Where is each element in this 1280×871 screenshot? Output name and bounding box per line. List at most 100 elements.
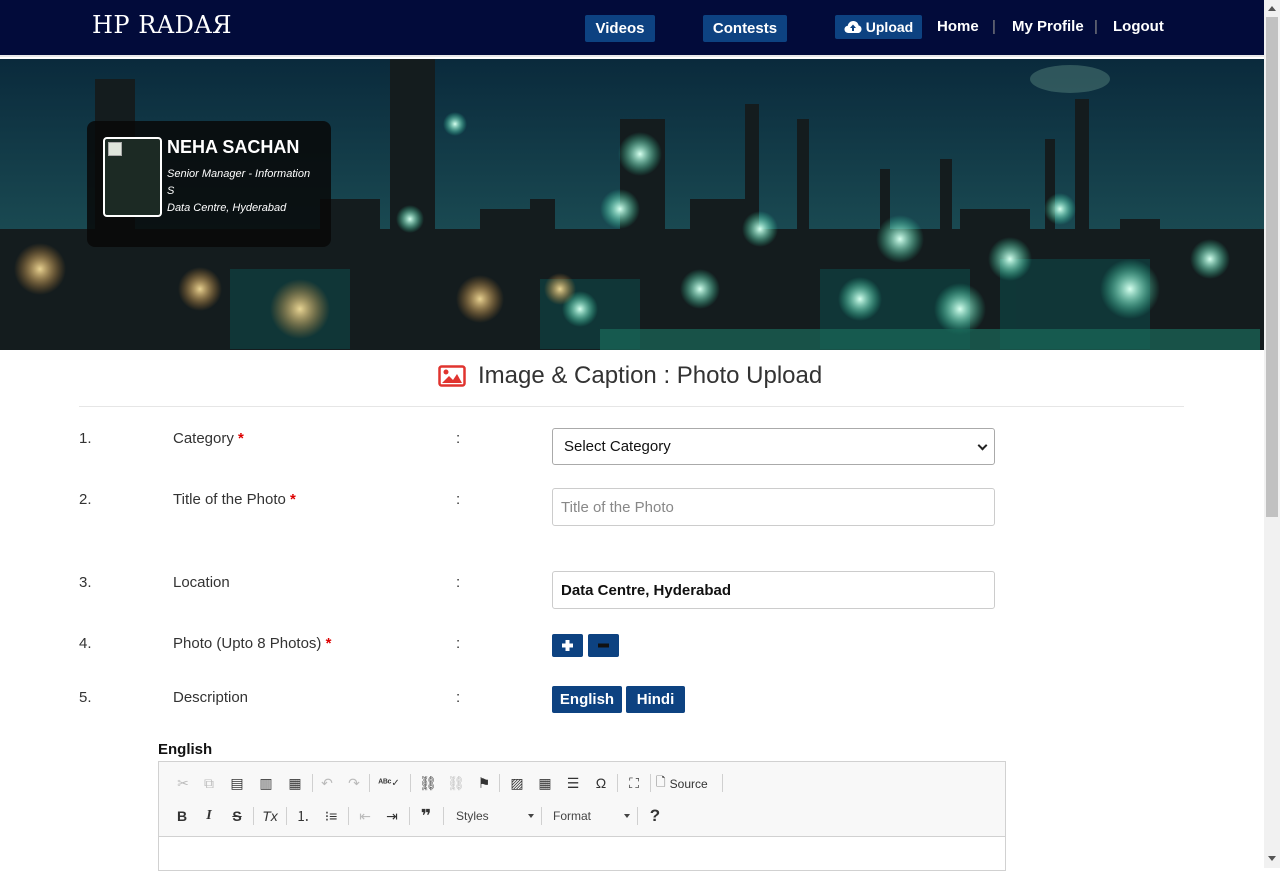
image-icon	[438, 365, 466, 387]
indent-icon[interactable]: ⇥	[382, 806, 402, 826]
format-dropdown[interactable]: Format	[553, 805, 630, 827]
source-button[interactable]: 🗋 Source	[656, 773, 708, 794]
help-icon[interactable]: ?	[645, 806, 665, 826]
toolbar-separator	[253, 807, 254, 825]
page-scrollbar[interactable]	[1264, 0, 1280, 868]
remove-format-icon[interactable]: Tx	[260, 806, 280, 826]
home-link[interactable]: Home	[937, 18, 979, 35]
required-marker: *	[290, 491, 296, 508]
toolbar-separator	[369, 774, 370, 792]
broken-image-icon	[108, 142, 122, 156]
editor-toolbar: ✂ ⧉ ▤ ▥ ▦ ↶ ↷ ᴬᴮᶜ✓ ⛓ ⛓ ⚑ ▨ ▦ ☰ Ω ⛶ 🗋 Sou…	[159, 762, 1005, 837]
source-label: Source	[669, 776, 708, 791]
rich-text-editor: ✂ ⧉ ▤ ▥ ▦ ↶ ↷ ᴬᴮᶜ✓ ⛓ ⛓ ⚑ ▨ ▦ ☰ Ω ⛶ 🗋 Sou…	[158, 761, 1006, 871]
scroll-down-arrow-icon[interactable]	[1268, 856, 1276, 861]
category-select[interactable]: Select Category	[552, 428, 995, 465]
toolbar-separator	[637, 807, 638, 825]
blockquote-icon[interactable]: ❞	[416, 806, 436, 826]
toolbar-separator	[286, 807, 287, 825]
upload-button[interactable]: Upload	[835, 15, 922, 39]
maximize-icon[interactable]: ⛶	[624, 773, 644, 793]
spellcheck-icon[interactable]: ᴬᴮᶜ✓	[378, 773, 400, 793]
top-navbar: HP RADAЯ Videos Contests Upload Home | M…	[0, 0, 1264, 57]
videos-button[interactable]: Videos	[585, 15, 655, 42]
hindi-button[interactable]: Hindi	[626, 686, 685, 713]
add-photo-button[interactable]	[552, 634, 583, 657]
paste-text-icon[interactable]: ▥	[256, 773, 276, 793]
plus-icon	[562, 640, 573, 651]
numbered-list-icon[interactable]: ⒈	[293, 806, 313, 826]
page-title: Image & Caption : Photo Upload	[438, 362, 822, 390]
profile-designation-cont: S	[167, 185, 175, 197]
caret-down-icon	[624, 814, 630, 818]
bulleted-list-icon[interactable]: ⁝≡	[321, 806, 341, 826]
special-char-icon[interactable]: Ω	[591, 773, 611, 793]
chevron-down-icon	[977, 440, 988, 451]
row-number: 1.	[79, 430, 92, 447]
toolbar-separator	[722, 774, 723, 792]
cloud-upload-icon	[844, 21, 862, 33]
toolbar-separator	[443, 807, 444, 825]
logout-link[interactable]: Logout	[1113, 18, 1164, 35]
anchor-flag-icon[interactable]: ⚑	[474, 773, 494, 793]
link-icon[interactable]: ⛓	[418, 773, 438, 793]
profile-avatar[interactable]	[103, 137, 162, 217]
contests-button[interactable]: Contests	[703, 15, 787, 42]
english-button[interactable]: English	[552, 686, 622, 713]
my-profile-link[interactable]: My Profile	[1012, 18, 1084, 35]
unlink-icon[interactable]: ⛓	[446, 773, 466, 793]
styles-dropdown[interactable]: Styles	[456, 805, 534, 827]
insert-image-icon[interactable]: ▨	[507, 773, 527, 793]
editor-label: English	[158, 741, 213, 758]
row-number: 4.	[79, 635, 92, 652]
location-input[interactable]: Data Centre, Hyderabad	[552, 571, 995, 609]
strikethrough-icon[interactable]: S	[227, 806, 247, 826]
copy-icon[interactable]: ⧉	[199, 773, 219, 793]
upload-label: Upload	[865, 19, 914, 35]
toolbar-separator	[409, 807, 410, 825]
paste-word-icon[interactable]: ▦	[285, 773, 305, 793]
description-label: Description	[173, 689, 249, 706]
required-marker: *	[325, 635, 332, 652]
brand-logo[interactable]: HP RADAЯ	[92, 11, 232, 39]
location-label: Location	[173, 574, 230, 591]
toolbar-separator	[410, 774, 411, 792]
toolbar-separator	[617, 774, 618, 792]
row-number: 5.	[79, 689, 92, 706]
required-marker: *	[238, 430, 244, 447]
outdent-icon[interactable]: ⇤	[355, 806, 375, 826]
profile-card: NEHA SACHAN Senior Manager - Information…	[87, 121, 331, 247]
horizontal-line-icon[interactable]: ☰	[563, 773, 583, 793]
page-title-text: Image & Caption : Photo Upload	[478, 362, 823, 389]
row-number: 3.	[79, 574, 92, 591]
profile-designation: Senior Manager - Information	[167, 168, 311, 180]
cut-icon[interactable]: ✂	[173, 773, 193, 793]
row-colon: :	[456, 574, 461, 591]
source-doc-icon: 🗋	[656, 775, 666, 789]
row-number: 2.	[79, 491, 92, 508]
paste-icon[interactable]: ▤	[227, 773, 247, 793]
title-label: Title of the Photo *	[173, 491, 296, 508]
redo-icon[interactable]: ↷	[344, 773, 364, 793]
row-colon: :	[456, 491, 461, 508]
row-colon: :	[456, 635, 461, 652]
toolbar-separator	[541, 807, 542, 825]
nav-separator: |	[1094, 18, 1098, 35]
scroll-up-arrow-icon[interactable]	[1268, 6, 1276, 11]
heading-divider	[79, 406, 1184, 407]
scroll-thumb[interactable]	[1266, 17, 1278, 517]
photo-title-input[interactable]: Title of the Photo	[552, 488, 995, 526]
caret-down-icon	[528, 814, 534, 818]
styles-label: Styles	[456, 809, 489, 823]
undo-icon[interactable]: ↶	[317, 773, 337, 793]
row-colon: :	[456, 689, 461, 706]
category-selected-value: Select Category	[564, 438, 671, 455]
bold-icon[interactable]: B	[172, 806, 192, 826]
refinery-banner: NEHA SACHAN Senior Manager - Information…	[0, 59, 1264, 350]
category-label: Category *	[173, 430, 244, 447]
toolbar-separator	[499, 774, 500, 792]
remove-photo-button[interactable]	[588, 634, 619, 657]
table-icon[interactable]: ▦	[535, 773, 555, 793]
format-label: Format	[553, 809, 592, 823]
italic-icon[interactable]: I	[199, 806, 219, 826]
